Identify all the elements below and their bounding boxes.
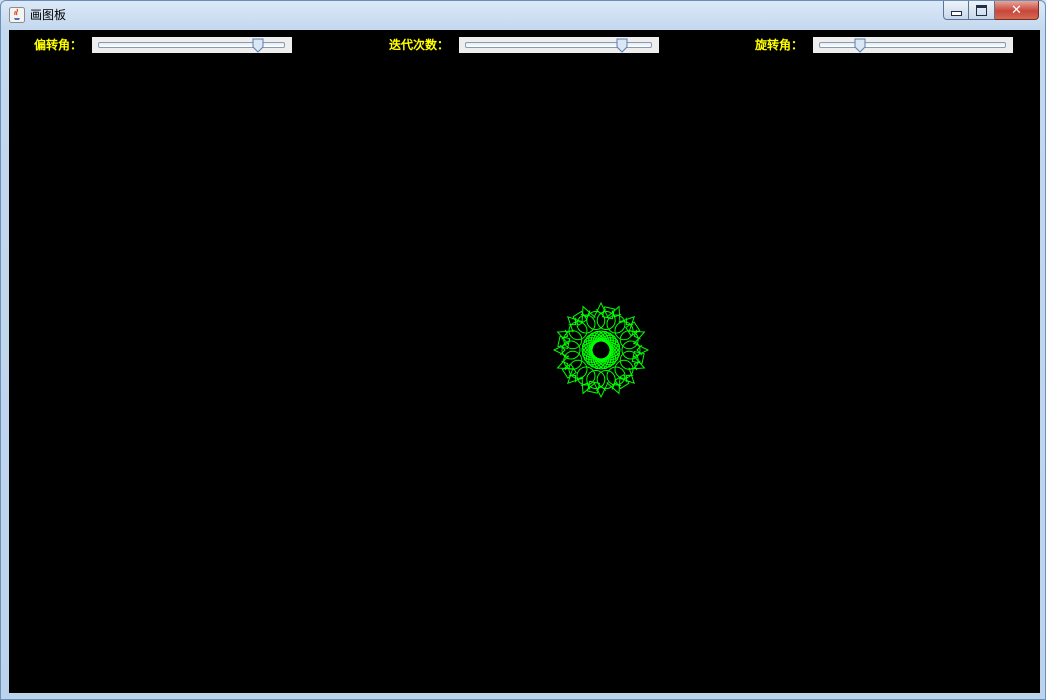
- fractal-drawing: [552, 301, 650, 399]
- fractal-stroke: [552, 342, 570, 358]
- maximize-button[interactable]: [969, 1, 995, 20]
- minimize-icon: [950, 10, 962, 16]
- maximize-icon: [976, 4, 987, 16]
- title-bar[interactable]: 画图板 ✕: [1, 1, 1045, 29]
- fractal-stroke: [632, 342, 650, 358]
- fractal-pattern: [552, 301, 650, 399]
- close-icon: ✕: [1011, 2, 1022, 18]
- fractal-stroke: [593, 301, 609, 319]
- window-title: 画图板: [30, 8, 67, 22]
- java-app-icon: [9, 7, 25, 23]
- minimize-button[interactable]: [943, 1, 969, 20]
- fractal-stroke: [593, 381, 609, 399]
- close-button[interactable]: ✕: [995, 1, 1039, 20]
- app-window: 画图板 ✕ 偏转角： 迭代次数： 旋转角：: [0, 0, 1046, 700]
- caption-buttons: ✕: [943, 1, 1039, 21]
- drawing-canvas[interactable]: 偏转角： 迭代次数： 旋转角：: [9, 30, 1040, 693]
